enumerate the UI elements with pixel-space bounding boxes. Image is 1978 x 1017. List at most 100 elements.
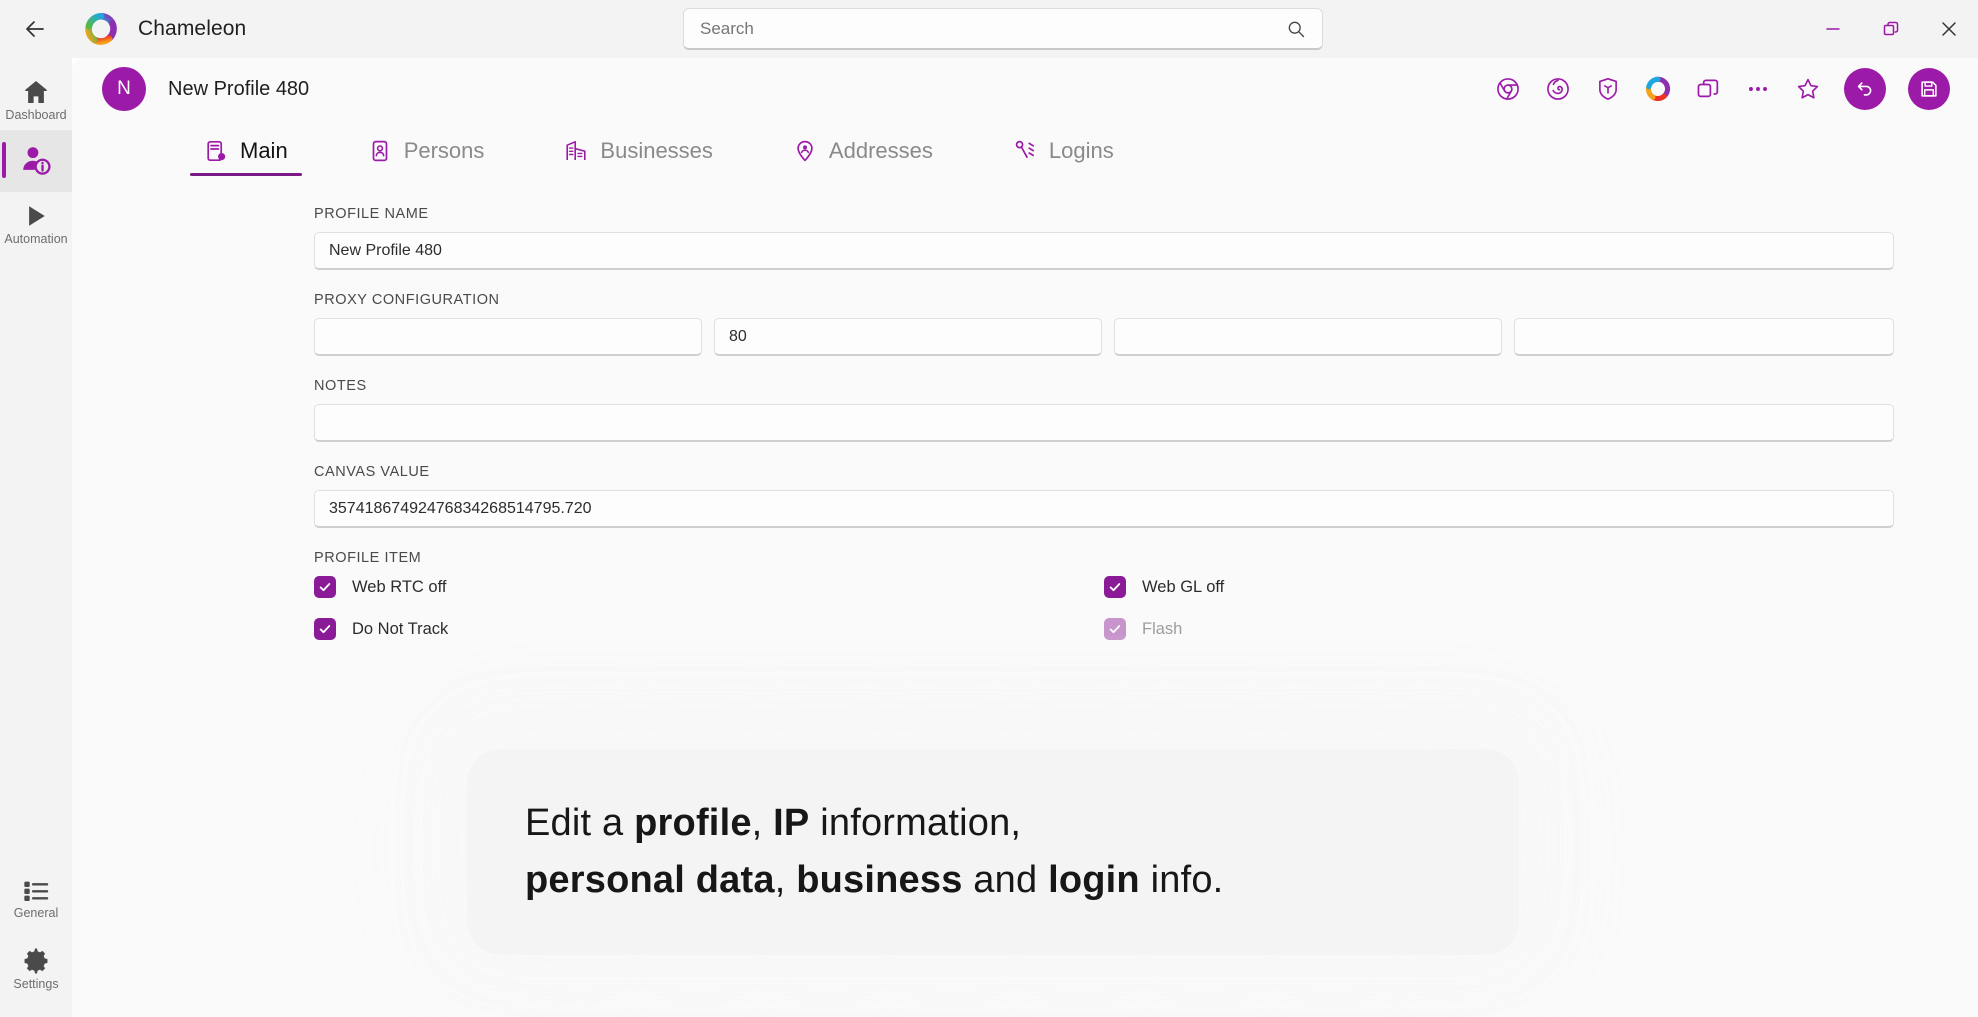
profile-info-icon [23,147,51,175]
tooltip-bold-ip: IP [773,802,810,844]
sidebar-item-automation[interactable]: Automation [0,192,72,254]
logins-tab-icon [1015,140,1034,159]
tab-businesses[interactable]: Businesses [550,138,727,176]
onboarding-tooltip-text: Edit a profile, IP information, personal… [525,795,1223,909]
search-input[interactable] [700,18,1286,39]
tab-label: Logins [1048,138,1114,163]
tab-addresses[interactable]: Addresses [779,138,947,176]
tooltip-text-part: info. [1139,859,1224,901]
header-toolbar [1494,58,1950,120]
profile-name-input[interactable] [329,241,1879,260]
tooltip-text-part: , [751,802,774,844]
checkbox-label: Do Not Track [352,619,449,638]
checkbox-checked-icon [314,618,336,640]
sidebar-item-label: Settings [13,976,59,991]
tab-label: Main [240,138,288,163]
title-bar: Chameleon [0,0,1978,58]
section-profile-item: PROFILE ITEM Web RTC off Do Not Track We… [314,550,1978,640]
tooltip-text-part: , [774,859,797,901]
chrome-icon[interactable] [1494,75,1522,103]
sidebar-item-dashboard[interactable]: Dashboard [0,68,72,130]
save-button[interactable] [1908,68,1950,110]
window-controls [1804,0,1978,58]
field-canvas-value: CANVAS VALUE [314,464,1978,528]
close-button[interactable] [1920,0,1978,58]
checkbox-label: Flash [1142,619,1183,638]
checkbox-web-gl-off[interactable]: Web GL off [1104,576,1894,598]
page-title: New Profile 480 [168,77,310,100]
checkbox-web-rtc-off[interactable]: Web RTC off [314,576,1104,598]
undo-button[interactable] [1844,68,1886,110]
tooltip-text-part: information, [809,802,1022,844]
tab-logins[interactable]: Logins [999,138,1128,176]
sidebar-item-profiles[interactable] [0,130,72,192]
main-tab-icon [207,140,226,162]
profile-item-right-column: Web GL off Flash [1104,576,1894,640]
back-button[interactable] [12,6,58,52]
checkbox-do-not-track[interactable]: Do Not Track [314,618,1104,640]
field-notes: NOTES [314,378,1978,442]
brave-icon[interactable] [1594,75,1622,103]
tab-persons[interactable]: Persons [354,138,499,176]
chameleon-browser-icon[interactable] [1644,75,1672,103]
checkbox-label: Web RTC off [352,577,447,596]
proxy-port-input[interactable] [729,327,1087,346]
minimize-icon [1826,28,1840,30]
tab-bar: Main Persons Businesses Addresses Logins [72,120,1978,176]
sidebar: Dashboard Automation General Settings [0,58,72,1017]
profile-form: PROFILE NAME PROXY CONFIGURATION NOTES C… [72,176,1978,640]
proxy-host-input[interactable] [329,327,687,346]
tooltip-bold-profile: profile [634,802,752,844]
chameleon-logo-icon [85,12,117,45]
proxy-username-input[interactable] [1129,327,1487,346]
save-icon [1921,81,1937,97]
proxy-password-input[interactable] [1529,327,1879,346]
notes-input[interactable] [329,413,1879,432]
star-icon[interactable] [1794,75,1822,103]
restore-button[interactable] [1862,0,1920,58]
play-icon [29,206,45,226]
checkbox-checked-icon [1104,576,1126,598]
more-options-icon[interactable] [1744,75,1772,103]
tooltip-text-part: and [962,859,1049,901]
field-profile-name: PROFILE NAME [314,206,1978,270]
app-title: Chameleon [138,17,247,40]
minimize-button[interactable] [1804,0,1862,58]
duplicate-icon[interactable] [1694,75,1722,103]
tab-label: Addresses [828,138,933,163]
notes-label: NOTES [314,378,367,394]
sidebar-item-label: General [13,905,59,920]
tab-label: Persons [403,138,485,163]
sidebar-item-label: Automation [4,231,68,246]
tooltip-bold-login: login [1048,859,1140,901]
back-arrow-icon [26,21,44,37]
profile-item-left-column: Web RTC off Do Not Track [314,576,1104,640]
checkbox-flash[interactable]: Flash [1104,618,1894,640]
field-proxy-configuration: PROXY CONFIGURATION [314,292,1978,356]
persons-tab-icon [372,140,388,162]
firefox-icon[interactable] [1544,75,1572,103]
checkbox-label: Web GL off [1142,577,1225,596]
avatar: N [102,67,146,111]
undo-icon [1857,82,1872,96]
tooltip-bold-business: business [796,859,963,901]
tooltip-text-part: Edit a [525,802,635,844]
profile-name-label: PROFILE NAME [314,206,429,222]
addresses-tab-icon [797,140,813,162]
canvas-value-input[interactable] [329,499,1879,518]
search-container[interactable] [683,8,1323,50]
tab-main[interactable]: Main [190,138,302,176]
search-icon[interactable] [1286,19,1306,39]
gear-icon [24,948,48,974]
businesses-tab-icon [566,141,587,160]
close-icon [1942,22,1956,36]
tooltip-bold-personal-data: personal data [525,859,775,901]
list-icon [24,881,49,901]
sidebar-item-general[interactable]: General [0,863,72,933]
tab-label: Businesses [600,138,713,163]
sidebar-item-settings[interactable]: Settings [0,933,72,1003]
checkbox-checked-icon [314,576,336,598]
restore-icon [1883,21,1899,36]
canvas-value-label: CANVAS VALUE [314,464,430,480]
profile-item-label: PROFILE ITEM [314,550,422,566]
